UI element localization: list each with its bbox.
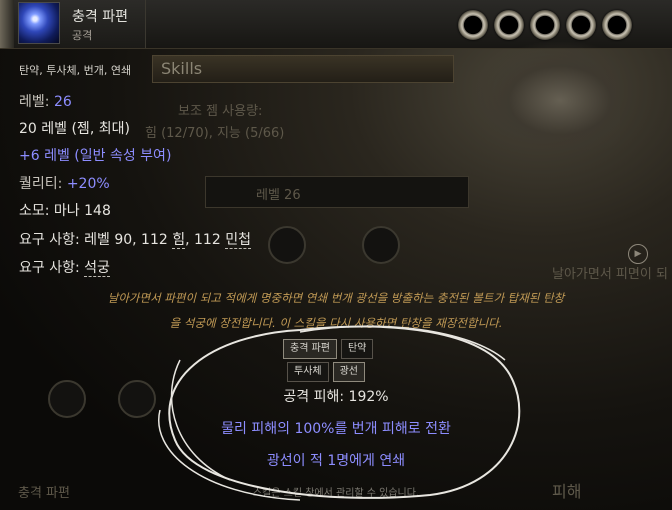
attack-damage: 공격 피해: 192% bbox=[283, 389, 389, 405]
shock-bolt-gem-icon bbox=[18, 2, 60, 44]
tooltip-header: 충격 파편 공격 bbox=[0, 0, 146, 48]
skill-tags: 탄약, 투사체, 번개, 연쇄 bbox=[19, 64, 132, 77]
tooltip-tabs-row-2: 투사체 광선 bbox=[287, 362, 366, 382]
requirement-line: 요구 사항: 레벨 90, 112 힘, 112 민첩 bbox=[19, 232, 251, 249]
crossbow-keyword[interactable]: 석궁 bbox=[84, 260, 110, 277]
chain-count: 광선이 적 1명에게 연쇄 bbox=[266, 453, 406, 469]
frame-ornament bbox=[0, 0, 14, 48]
bonus-level: +6 레벨 (일반 속성 부여) bbox=[19, 148, 172, 164]
description-line-1: 날아가면서 파편이 되고 적에게 명중하면 연쇄 번개 광선을 방출하는 충전된… bbox=[107, 291, 565, 305]
skill-type: 공격 bbox=[72, 29, 93, 42]
skill-name: 충격 파편 bbox=[72, 9, 128, 25]
tab-ammo[interactable]: 탄약 bbox=[340, 339, 374, 359]
skill-tooltip: 충격 파편 공격 탄약, 투사체, 번개, 연쇄 레벨: 26 20 레벨 (젬… bbox=[0, 0, 672, 510]
damage-conversion: 물리 피해의 100%를 번개 피해로 전환 bbox=[221, 421, 451, 437]
quality-value: +20% bbox=[66, 176, 110, 192]
level-value: 26 bbox=[53, 94, 72, 110]
cost-line: 소모: 마나 148 bbox=[19, 203, 111, 219]
footer-hint: 스킬은 스킬 창에서 관리할 수 있습니다. bbox=[252, 488, 420, 499]
tab-beam[interactable]: 광선 bbox=[332, 362, 366, 382]
tooltip-tabs-row-1: 충격 파편 탄약 bbox=[283, 339, 374, 359]
quality-line: 퀄리티: +20% bbox=[19, 176, 110, 192]
dex-keyword[interactable]: 민첩 bbox=[225, 232, 251, 249]
str-keyword[interactable]: 힘 bbox=[172, 232, 186, 249]
description-line-2: 을 석궁에 장전합니다. 이 스킬을 다시 사용하면 탄창을 재장전합니다. bbox=[169, 316, 503, 330]
gem-level: 20 레벨 (젬, 최대) bbox=[19, 121, 130, 137]
tab-projectile[interactable]: 투사체 bbox=[287, 362, 329, 382]
level-line: 레벨: 26 bbox=[19, 94, 72, 110]
weapon-requirement-line: 요구 사항: 석궁 bbox=[19, 260, 110, 277]
tab-shock-shard[interactable]: 충격 파편 bbox=[283, 339, 337, 359]
